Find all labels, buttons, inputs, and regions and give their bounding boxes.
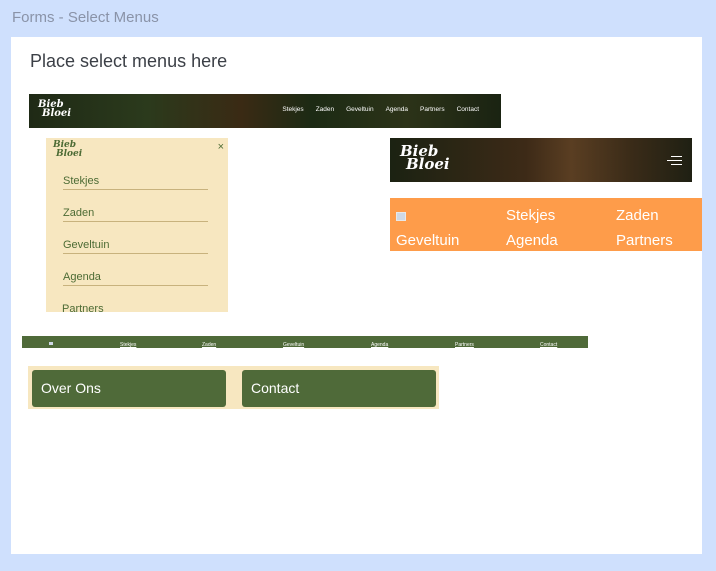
desktop-header: Bieb Bloei Stekjes Zaden Geveltuin Agend… bbox=[29, 94, 501, 128]
canvas: Place select menus here Bieb Bloei Stekj… bbox=[11, 37, 702, 554]
menu-item-stekjes[interactable]: Stekjes bbox=[63, 175, 99, 187]
thin-green-nav: Stekjes Zaden Geveltuin Agenda Partners … bbox=[22, 336, 588, 348]
nav-link-zaden[interactable]: Zaden bbox=[316, 106, 334, 113]
orange-nav-partners[interactable]: Partners bbox=[616, 232, 673, 249]
menu-divider bbox=[63, 221, 208, 222]
menu-divider bbox=[63, 253, 208, 254]
orange-nav: Stekjes Zaden Geveltuin Agenda Partners bbox=[390, 198, 702, 251]
nav-link-partners[interactable]: Partners bbox=[420, 106, 445, 113]
frame-title: Forms - Select Menus bbox=[12, 9, 159, 26]
mobile-menu-panel: Bieb Bloei × Stekjes Zaden Geveltuin Age… bbox=[46, 138, 228, 315]
contact-button[interactable]: Contact bbox=[242, 370, 436, 407]
hamburger-menu-icon[interactable] bbox=[667, 156, 682, 168]
orange-nav-geveltuin[interactable]: Geveltuin bbox=[396, 232, 459, 249]
mobile-header: Bieb Bloei bbox=[390, 138, 692, 182]
orange-nav-agenda[interactable]: Agenda bbox=[506, 232, 558, 249]
nav-link-agenda[interactable]: Agenda bbox=[386, 106, 408, 113]
nav-link-geveltuin[interactable]: Geveltuin bbox=[346, 106, 373, 113]
desktop-nav: Stekjes Zaden Geveltuin Agenda Partners … bbox=[282, 106, 479, 113]
thin-nav-geveltuin[interactable]: Geveltuin bbox=[283, 342, 304, 348]
canvas-heading: Place select menus here bbox=[30, 51, 228, 71]
orange-nav-zaden[interactable]: Zaden bbox=[616, 207, 659, 224]
thin-nav-stekjes[interactable]: Stekjes bbox=[120, 342, 136, 348]
menu-item-partners[interactable]: Partners bbox=[62, 303, 104, 315]
menu-item-zaden[interactable]: Zaden bbox=[63, 207, 94, 219]
bieb-bloei-logo[interactable]: Bieb Bloei bbox=[400, 144, 450, 172]
bieb-bloei-logo[interactable]: Bieb Bloei bbox=[53, 141, 82, 159]
broken-image-icon bbox=[396, 212, 406, 221]
menu-item-geveltuin[interactable]: Geveltuin bbox=[63, 239, 109, 251]
thin-nav-agenda[interactable]: Agenda bbox=[371, 342, 388, 348]
menu-divider bbox=[63, 285, 208, 286]
thin-nav-partners[interactable]: Partners bbox=[455, 342, 474, 348]
broken-image-icon bbox=[49, 342, 53, 345]
nav-link-contact[interactable]: Contact bbox=[457, 106, 479, 113]
orange-nav-stekjes[interactable]: Stekjes bbox=[506, 207, 555, 224]
button-group: Over Ons Contact bbox=[28, 366, 439, 409]
close-icon[interactable]: × bbox=[218, 141, 224, 153]
menu-item-agenda[interactable]: Agenda bbox=[63, 271, 101, 283]
thin-nav-contact[interactable]: Contact bbox=[540, 342, 557, 348]
bieb-bloei-logo[interactable]: Bieb Bloei bbox=[38, 100, 71, 119]
thin-nav-zaden[interactable]: Zaden bbox=[202, 342, 216, 348]
nav-link-stekjes[interactable]: Stekjes bbox=[282, 106, 303, 113]
menu-divider bbox=[63, 189, 208, 190]
over-ons-button[interactable]: Over Ons bbox=[32, 370, 226, 407]
